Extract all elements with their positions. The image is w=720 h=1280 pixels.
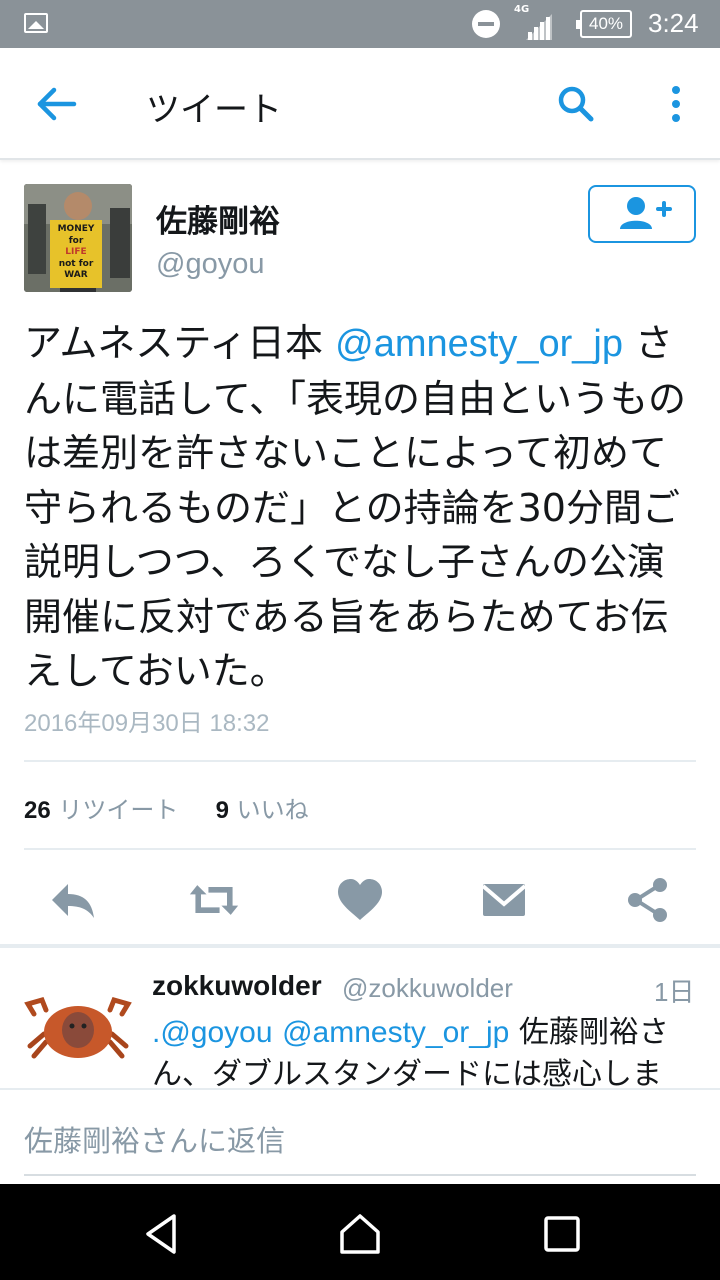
do-not-disturb-icon bbox=[472, 10, 500, 38]
message-icon[interactable] bbox=[478, 876, 530, 924]
signal-icon bbox=[526, 14, 552, 40]
search-icon[interactable] bbox=[552, 80, 600, 128]
share-icon[interactable] bbox=[622, 876, 674, 924]
like-count[interactable]: 9 bbox=[216, 797, 229, 824]
reply-icon[interactable] bbox=[46, 876, 98, 924]
retweet-count[interactable]: 26 bbox=[24, 797, 51, 824]
nav-recents-icon[interactable] bbox=[540, 1212, 584, 1256]
tweet-actions bbox=[0, 868, 720, 932]
image-icon bbox=[24, 13, 48, 33]
follow-icon bbox=[620, 197, 672, 229]
reply-text: .@goyou @amnesty_or_jp 佐藤剛裕さん、ダブルスタンダードに… bbox=[152, 1015, 669, 1088]
avatar-sign: MONEY for LIFE not for WAR bbox=[57, 224, 95, 280]
app-bar: ツイート bbox=[0, 48, 720, 160]
reply-mention-goyou[interactable]: @goyou bbox=[160, 1016, 272, 1049]
mention-link[interactable]: @amnesty_or_jp bbox=[335, 323, 623, 365]
back-arrow-icon[interactable] bbox=[30, 80, 82, 128]
divider bbox=[24, 848, 696, 850]
input-underline bbox=[24, 1174, 696, 1176]
battery-icon: 40% bbox=[576, 10, 632, 38]
tweet-stats: 26 リツイート 9 いいね bbox=[24, 790, 309, 825]
section-divider bbox=[0, 944, 720, 948]
tweet-timestamp: 2016年09月30日 18:32 bbox=[24, 710, 270, 737]
reply-author-name[interactable]: zokkuwolder bbox=[152, 970, 322, 1002]
nav-back-icon[interactable] bbox=[140, 1212, 184, 1256]
reply-author-handle[interactable]: @zokkuwolder bbox=[342, 973, 513, 1004]
avatar[interactable]: MONEY for LIFE not for WAR bbox=[24, 184, 132, 292]
heart-icon[interactable] bbox=[334, 876, 386, 924]
clock: 3:24 bbox=[648, 8, 699, 38]
reply-mention-amnesty[interactable]: @amnesty_or_jp bbox=[282, 1016, 509, 1049]
system-nav-bar bbox=[0, 1184, 720, 1280]
reply-avatar[interactable] bbox=[24, 974, 132, 1082]
author-name[interactable]: 佐藤剛裕 bbox=[156, 196, 280, 241]
page-title: ツイート bbox=[146, 90, 282, 130]
like-label[interactable]: いいね bbox=[237, 796, 309, 824]
nav-home-icon[interactable] bbox=[338, 1212, 382, 1256]
reply-input[interactable]: 佐藤剛裕さんに返信 bbox=[24, 1118, 285, 1160]
reply-compose-bar: 佐藤剛裕さんに返信 bbox=[0, 1088, 720, 1184]
more-vert-icon[interactable] bbox=[656, 80, 696, 128]
divider bbox=[24, 760, 696, 762]
retweet-label[interactable]: リツイート bbox=[58, 796, 178, 824]
tweet-text: アムネスティ日本 @amnesty_or_jp さんに電話して、「表現の自由とい… bbox=[24, 321, 686, 693]
reply-timestamp: 1日 bbox=[654, 977, 695, 1007]
follow-button[interactable] bbox=[588, 185, 696, 243]
author-handle[interactable]: @goyou bbox=[156, 248, 264, 281]
status-bar: 4G 40% 3:24 bbox=[0, 0, 720, 48]
retweet-icon[interactable] bbox=[188, 876, 240, 924]
